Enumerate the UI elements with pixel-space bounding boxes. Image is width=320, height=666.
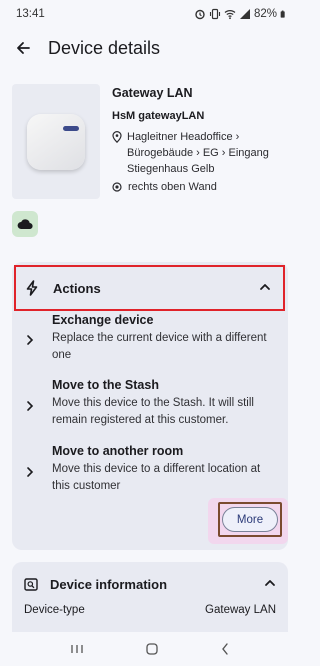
device-information-header[interactable]: Device information	[24, 574, 276, 594]
status-bar: 13:41 82%	[0, 0, 300, 28]
vibrate-icon	[209, 8, 221, 20]
cloud-icon	[17, 219, 33, 230]
action-title: Move to another room	[52, 444, 184, 458]
device-location: Hagleitner Headoffice › Bürogebäude › EG…	[127, 131, 269, 175]
more-highlight: More	[208, 498, 288, 544]
back-button[interactable]	[10, 35, 36, 61]
device-info: Gateway LAN HsM gatewayLAN Hagleitner He…	[112, 84, 288, 193]
device-info-icon	[24, 577, 38, 591]
action-title: Move to the Stash	[52, 378, 159, 392]
app-bar: Device details	[0, 30, 300, 66]
action-move-to-stash[interactable]: Move to the Stash Move this device to th…	[12, 377, 288, 443]
battery-icon	[280, 10, 285, 18]
action-description: Move this device to a different location…	[52, 463, 261, 492]
device-model: HsM gatewayLAN	[112, 110, 205, 122]
device-info-label: Device-type	[24, 604, 85, 616]
alarm-icon	[195, 9, 205, 20]
device-position-row: rechts oben Wand	[112, 181, 288, 193]
device-location-row: Hagleitner Headoffice › Bürogebäude › EG…	[112, 129, 288, 177]
action-description: Move this device to the Stash. It will s…	[52, 397, 254, 426]
action-move-to-another-room[interactable]: Move to another room Move this device to…	[12, 443, 288, 497]
home-icon[interactable]	[145, 642, 159, 656]
device-name: Gateway LAN	[112, 86, 193, 100]
battery-percent: 82%	[253, 8, 277, 20]
gateway-device-picture	[27, 113, 85, 170]
action-exchange-device[interactable]: Exchange device Replace the current devi…	[12, 312, 288, 374]
status-icons: 82%	[194, 8, 288, 20]
location-pin-icon	[112, 131, 122, 143]
action-title: Exchange device	[52, 313, 154, 327]
target-icon	[112, 182, 122, 192]
system-navigation-bar	[0, 632, 300, 666]
actions-section: Actions Exchange device Replace the curr…	[12, 262, 288, 550]
actions-title: Actions	[53, 280, 101, 296]
connection-status-badge	[12, 211, 38, 237]
page-title: Device details	[48, 37, 161, 58]
lightning-icon	[26, 280, 38, 296]
action-description: Replace the current device with a differ…	[52, 332, 267, 361]
actions-header[interactable]: Actions	[14, 265, 285, 311]
device-image	[12, 84, 100, 199]
wifi-icon	[224, 10, 236, 20]
back-nav-icon[interactable]	[220, 642, 230, 656]
chevron-up-icon[interactable]	[264, 578, 276, 588]
signal-icon	[239, 9, 250, 19]
device-information-section: Device information Device-type Gateway L…	[12, 562, 288, 642]
more-frame: More	[218, 502, 282, 537]
chevron-right-icon	[27, 335, 34, 345]
chevron-up-icon[interactable]	[259, 282, 271, 292]
more-button[interactable]: More	[222, 507, 278, 532]
device-info-value: Gateway LAN	[205, 604, 276, 616]
recent-apps-icon[interactable]	[70, 643, 84, 655]
device-info-row: Device-type Gateway LAN	[24, 604, 276, 616]
device-position: rechts oben Wand	[128, 181, 217, 193]
arrow-left-icon	[17, 42, 30, 54]
status-time: 13:41	[16, 8, 45, 20]
chevron-right-icon	[27, 401, 34, 411]
chevron-right-icon	[27, 467, 34, 477]
device-information-title: Device information	[50, 576, 168, 592]
